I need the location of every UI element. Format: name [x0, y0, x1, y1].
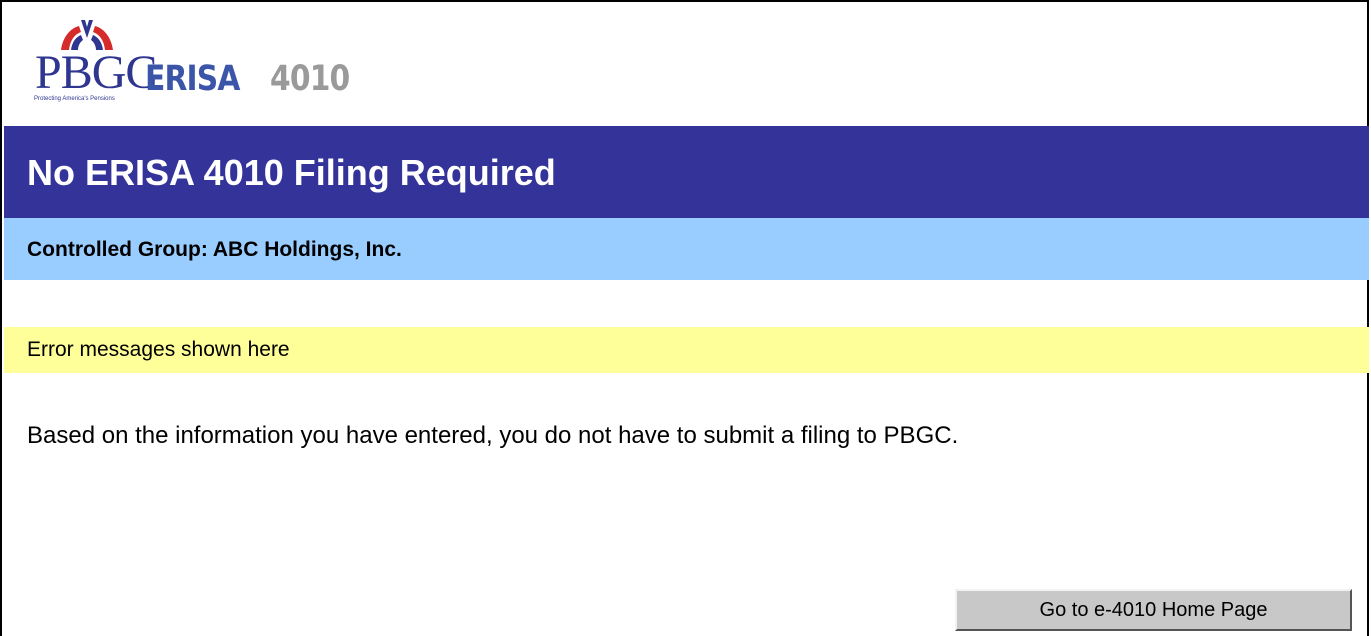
logo-tagline: Protecting America's Pensions [34, 96, 115, 102]
logo-product-number: 4010 [270, 59, 350, 99]
go-to-home-page-button[interactable]: Go to e-4010 Home Page [955, 589, 1352, 631]
controlled-group-label: Controlled Group: ABC Holdings, Inc. [27, 238, 402, 261]
error-messages-text: Error messages shown here [27, 338, 290, 361]
pbgc-erisa-4010-logo: PBGC Protecting America's Pensions ERISA… [32, 16, 392, 116]
page-title: No ERISA 4010 Filing Required [27, 152, 556, 193]
page-frame: PBGC Protecting America's Pensions ERISA… [0, 0, 1369, 636]
logo-org-name: PBGC [35, 46, 157, 99]
no-filing-message: Based on the information you have entere… [27, 422, 959, 449]
controlled-group-bar: Controlled Group: ABC Holdings, Inc. [4, 218, 1369, 280]
logo-product-word: ERISA [145, 59, 240, 99]
error-messages-bar: Error messages shown here [4, 327, 1369, 373]
page-title-bar: No ERISA 4010 Filing Required [4, 126, 1369, 218]
